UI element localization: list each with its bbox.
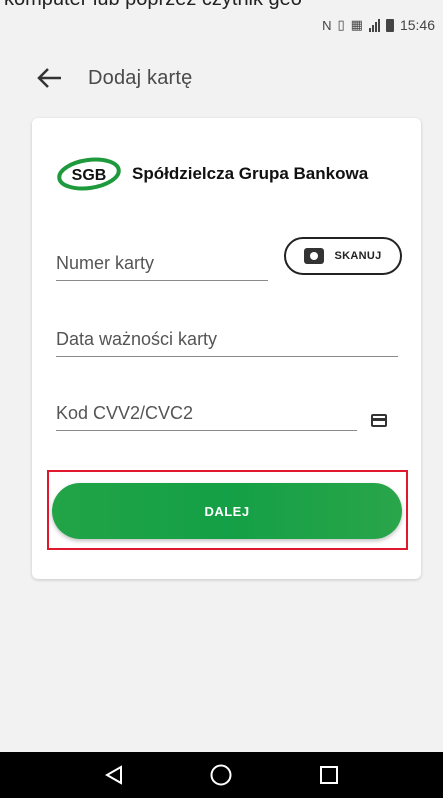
status-bar: N ▯ ▦ 15:46	[0, 12, 443, 38]
sgb-logo-text: SGB	[72, 167, 107, 184]
expiry-date-placeholder: Data ważności karty	[56, 329, 218, 349]
nav-recents-button[interactable]	[309, 760, 349, 790]
back-arrow-icon[interactable]	[34, 63, 64, 93]
scan-button-label: SKANUJ	[334, 250, 382, 262]
square-recents-icon	[320, 766, 339, 784]
card-number-field[interactable]: Numer karty	[56, 253, 268, 281]
scan-button[interactable]: SKANUJ	[284, 237, 402, 275]
nav-home-button[interactable]	[201, 760, 241, 790]
system-nav-bar	[0, 752, 443, 798]
cvv-field[interactable]: Kod CVV2/CVC2	[56, 403, 357, 431]
cropped-caption-text: komputer lub poprzez czytnik geo	[4, 0, 302, 11]
nav-back-button[interactable]	[94, 760, 134, 790]
battery-icon	[385, 18, 394, 32]
next-button[interactable]: DALEJ	[52, 483, 402, 539]
data-icon: ▦	[350, 17, 363, 32]
page-title: Dodaj kartę	[88, 66, 193, 89]
nfc-icon: N	[322, 17, 332, 33]
bank-name: Spółdzielcza Grupa Bankowa	[132, 164, 369, 183]
circle-home-icon	[210, 764, 232, 786]
status-time: 15:46	[399, 17, 435, 33]
app-bar: Dodaj kartę	[0, 50, 443, 106]
next-button-label: DALEJ	[204, 503, 250, 519]
bank-logo: SGB Spółdzielcza Grupa Bankowa	[56, 154, 368, 194]
back-arrow-svg	[37, 68, 61, 88]
cvv-placeholder: Kod CVV2/CVC2	[56, 403, 194, 423]
card-number-placeholder: Numer karty	[56, 253, 155, 273]
credit-card-icon[interactable]	[371, 414, 387, 427]
vibrate-icon: ▯	[337, 17, 345, 32]
triangle-back-icon	[104, 765, 122, 785]
sgb-logo-icon: SGB	[57, 157, 121, 191]
add-card-form: SGB Spółdzielcza Grupa Bankowa Numer kar…	[32, 118, 421, 579]
signal-icon	[368, 18, 380, 32]
camera-icon	[304, 248, 325, 264]
expiry-date-field[interactable]: Data ważności karty	[56, 329, 398, 357]
cropped-caption: komputer lub poprzez czytnik geo	[0, 0, 443, 12]
